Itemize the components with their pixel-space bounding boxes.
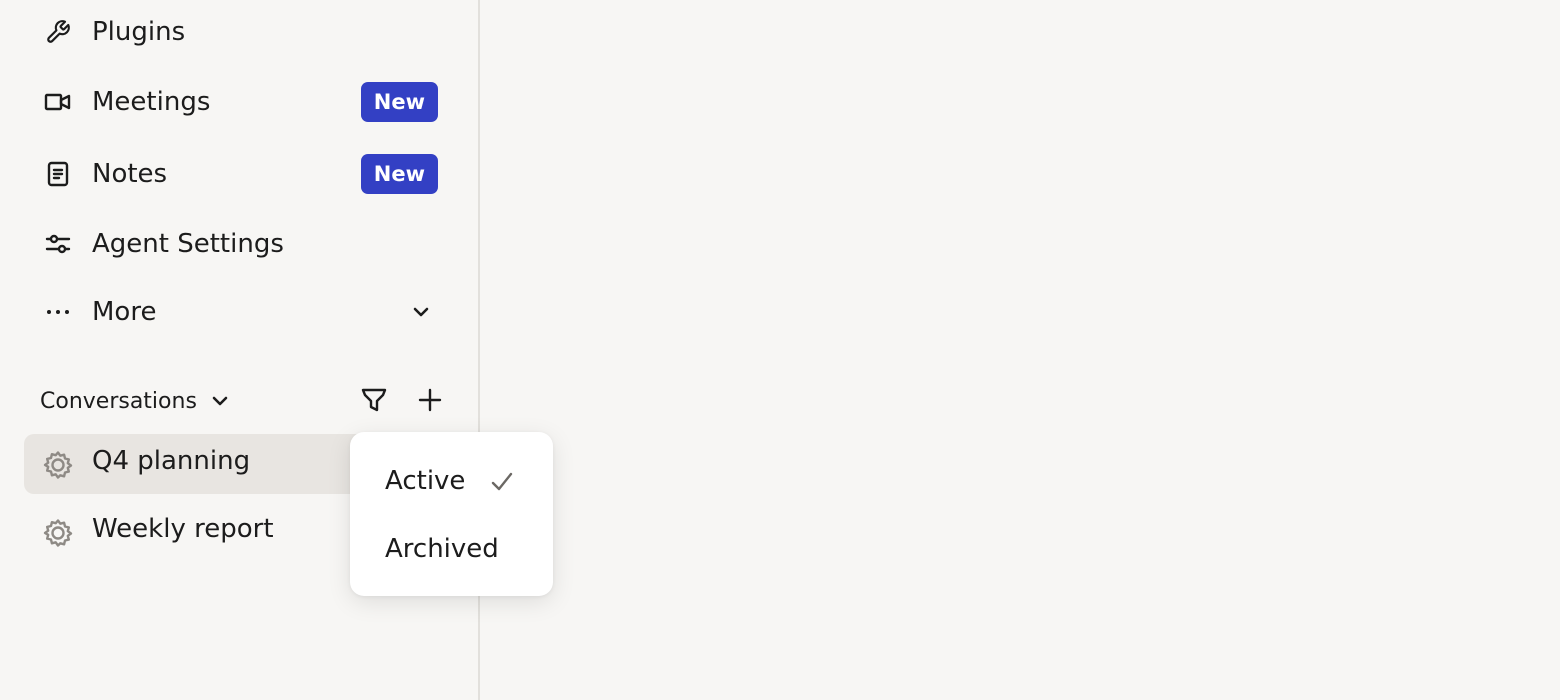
new-conversation-button[interactable] xyxy=(412,382,448,418)
wrench-icon xyxy=(44,18,72,46)
new-badge: New xyxy=(360,154,438,194)
filter-option-label: Archived xyxy=(385,534,499,564)
sidebar-item-meetings[interactable]: Meetings New xyxy=(24,74,454,130)
filter-option-label: Active xyxy=(385,466,466,496)
checkmark-icon xyxy=(488,468,516,496)
notes-icon xyxy=(44,160,72,188)
plus-icon xyxy=(417,387,443,413)
main-content-area xyxy=(480,0,1560,700)
gear-icon xyxy=(42,449,74,481)
sidebar-item-label: Notes xyxy=(92,159,168,189)
sidebar-item-label: Plugins xyxy=(92,17,186,47)
conversations-title: Conversations xyxy=(40,388,197,414)
sidebar-item-plugins[interactable]: Plugins xyxy=(24,4,454,60)
filter-icon xyxy=(360,386,388,414)
chevron-down-icon xyxy=(211,391,231,411)
sidebar-item-label: Agent Settings xyxy=(92,229,284,259)
filter-dropdown-menu: Active Archived xyxy=(350,432,553,596)
chevron-down-icon[interactable] xyxy=(410,301,432,323)
sidebar-item-label: More xyxy=(92,297,157,327)
conversation-label: Weekly report xyxy=(92,514,274,544)
sidebar-item-more[interactable]: More xyxy=(24,284,454,340)
gear-icon xyxy=(42,517,74,549)
filter-button[interactable] xyxy=(356,382,392,418)
sliders-icon xyxy=(44,230,72,258)
ellipsis-icon xyxy=(44,298,72,326)
new-badge: New xyxy=(360,82,438,122)
conversation-label: Q4 planning xyxy=(92,446,251,476)
filter-option-archived[interactable]: Archived xyxy=(360,520,543,578)
sidebar-item-agent-settings[interactable]: Agent Settings xyxy=(24,216,454,272)
filter-option-active[interactable]: Active xyxy=(360,452,543,510)
video-camera-icon xyxy=(44,88,72,116)
sidebar-item-label: Meetings xyxy=(92,87,211,117)
conversations-section-header[interactable]: Conversations xyxy=(40,384,231,418)
sidebar-item-notes[interactable]: Notes New xyxy=(24,146,454,202)
